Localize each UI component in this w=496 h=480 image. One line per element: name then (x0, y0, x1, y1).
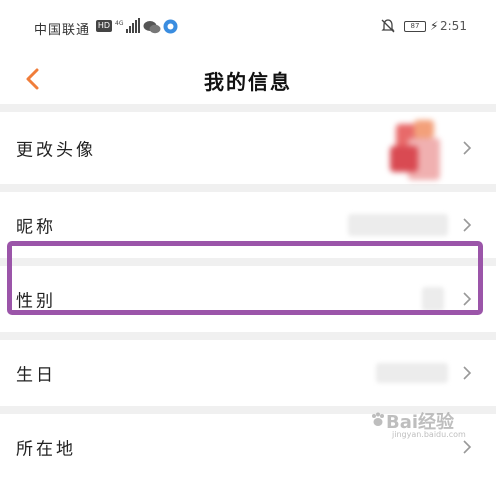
browser-icon (163, 19, 178, 34)
nickname-value-blurred (348, 214, 448, 236)
nav-bar: 我的信息 (0, 56, 496, 104)
signal-icon: 4G (115, 18, 140, 33)
status-time: 2:51 (440, 19, 467, 33)
svg-text:4G: 4G (115, 20, 124, 27)
hd-badge: HD (96, 20, 112, 32)
row-label: 所在地 (16, 439, 76, 460)
row-label: 昵称 (16, 217, 56, 238)
birthday-value-blurred (376, 363, 448, 383)
chevron-right-icon (463, 218, 472, 232)
row-change-avatar[interactable]: 更改头像 (0, 112, 496, 184)
divider (0, 332, 496, 340)
carrier-name: 中国联通 (34, 23, 91, 38)
charging-icon: ⚡ (430, 19, 439, 33)
chevron-right-icon (463, 292, 472, 306)
status-bar: 中国联通 HD 4G 87 ⚡ 2:51 (0, 0, 496, 56)
muted-bell-icon (381, 19, 395, 33)
avatar (386, 116, 448, 188)
row-label: 生日 (16, 365, 56, 386)
row-gender[interactable]: 性别 (0, 266, 496, 332)
row-nickname[interactable]: 昵称 (0, 192, 496, 258)
page-title: 我的信息 (204, 70, 292, 94)
battery-indicator: 87 (404, 21, 426, 32)
divider (0, 104, 496, 112)
row-label: 性别 (16, 291, 56, 312)
divider (0, 258, 496, 266)
paw-logo-icon (372, 412, 384, 426)
chevron-right-icon (463, 141, 472, 155)
watermark-url: jingyan.baidu.com (392, 430, 466, 439)
row-label: 更改头像 (16, 140, 96, 161)
chevron-right-icon (463, 366, 472, 380)
wechat-icon (143, 21, 161, 34)
gender-value-blurred (422, 287, 444, 311)
row-birthday[interactable]: 生日 (0, 340, 496, 406)
baidu-jingyan-watermark: Bai经验 jingyan.baidu.com (368, 408, 488, 442)
